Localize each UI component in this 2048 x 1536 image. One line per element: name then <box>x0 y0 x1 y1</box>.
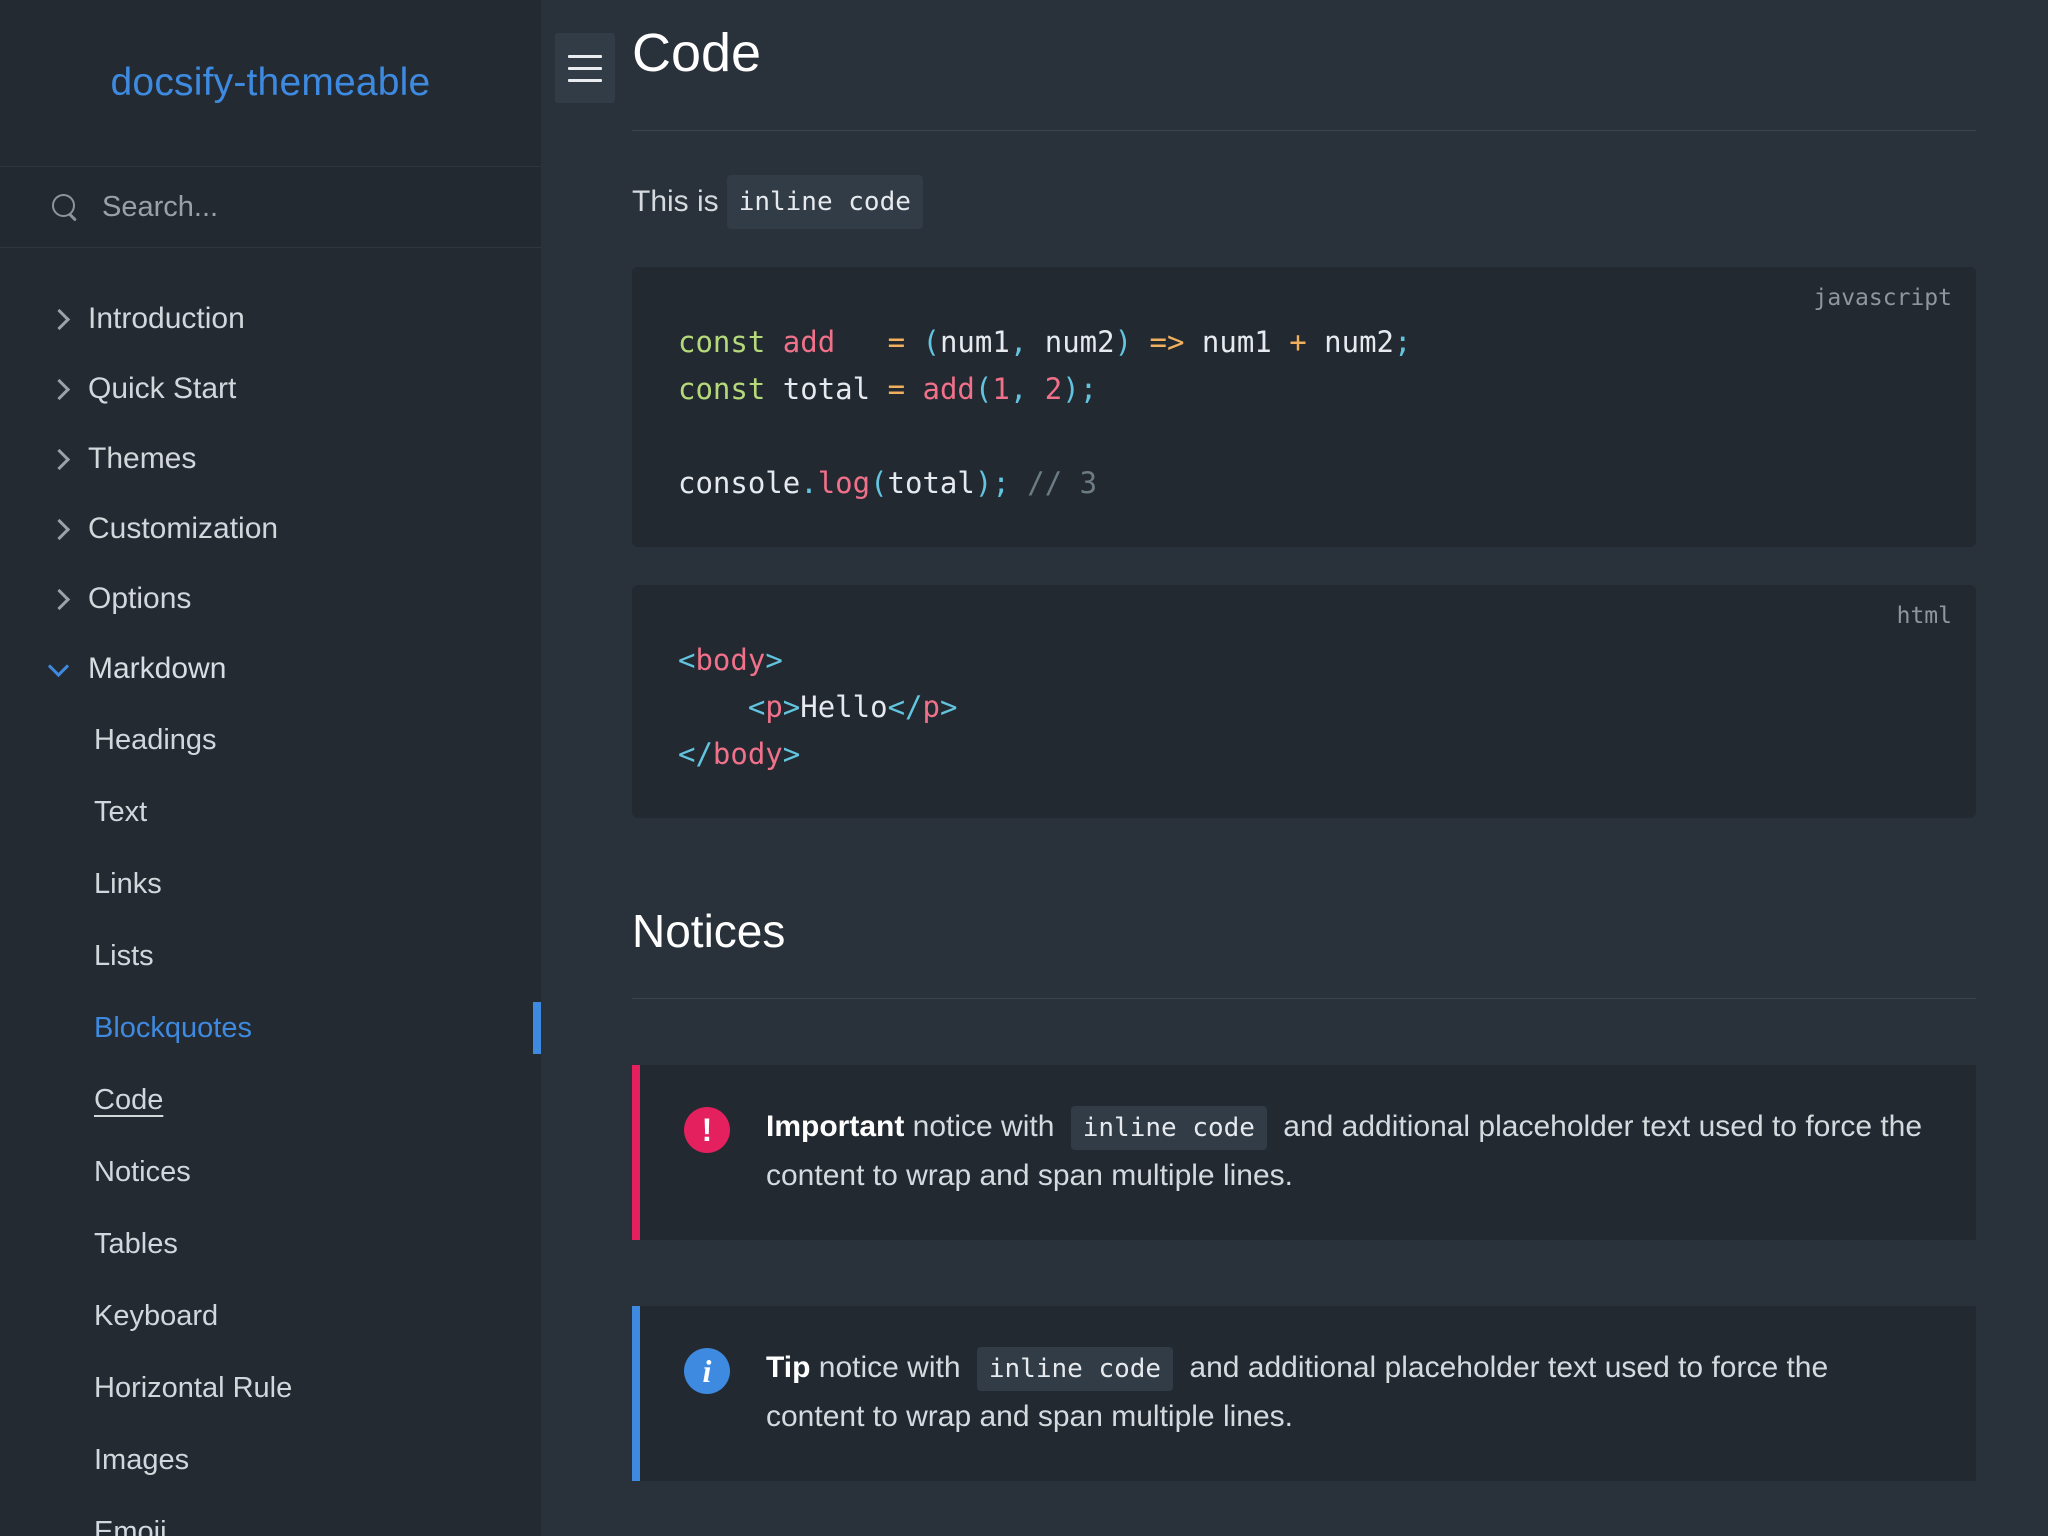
subitem-label: Images <box>94 1444 189 1477</box>
notice-text: Tip notice with inline code and addition… <box>766 1344 1932 1441</box>
hamburger-bar <box>568 55 602 58</box>
notice-label: Tip <box>766 1351 810 1384</box>
sidebar-item-label: Themes <box>88 442 196 476</box>
subitem-label: Tables <box>94 1228 178 1261</box>
subitem-label: Text <box>94 796 147 829</box>
subitem-label: Keyboard <box>94 1300 218 1333</box>
subnav-list: Headings Text Links Lists Blockquotes <box>0 704 541 1536</box>
sidebar-item-label: Markdown <box>88 652 226 686</box>
search-input[interactable] <box>102 191 502 224</box>
subitem-label: Emoji <box>94 1516 167 1536</box>
sidebar-item-label: Options <box>88 582 191 616</box>
inline-code: inline code <box>1071 1106 1267 1150</box>
sidebar-subitem-emoji[interactable]: Emoji <box>0 1496 541 1536</box>
subitem-label: Lists <box>94 940 154 973</box>
sidebar: docsify-themeable Introduction Quick Sta… <box>0 0 541 1536</box>
sidebar-item-label: Introduction <box>88 302 245 336</box>
notice-text-before: notice with <box>904 1110 1062 1143</box>
sidebar-item-themes[interactable]: Themes <box>0 424 541 494</box>
sidebar-subnav-markdown: Headings Text Links Lists Blockquotes <box>0 704 541 1536</box>
section-heading-notices: Notices <box>632 904 1976 999</box>
search-icon <box>50 192 80 222</box>
site-title-link[interactable]: docsify-themeable <box>111 61 431 105</box>
page-title: Code <box>632 0 1976 131</box>
sidebar-subitem-tables[interactable]: Tables <box>0 1208 541 1280</box>
subitem-label: Notices <box>94 1156 191 1189</box>
notice-tip: i Tip notice with inline code and additi… <box>632 1306 1976 1481</box>
chevron-right-icon <box>46 376 72 402</box>
sidebar-item-markdown[interactable]: Markdown <box>0 634 541 704</box>
sidebar-subitem-blockquotes[interactable]: Blockquotes <box>0 992 541 1064</box>
sidebar-item-options[interactable]: Options <box>0 564 541 634</box>
hamburger-icon[interactable] <box>555 33 615 103</box>
sidebar-nav: Introduction Quick Start Themes Customiz… <box>0 248 541 1536</box>
code-block-content[interactable]: const add = (num1, num2) => num1 + num2;… <box>678 319 1930 507</box>
chevron-right-icon <box>46 446 72 472</box>
notice-important: ! Important notice with inline code and … <box>632 1065 1976 1240</box>
code-block-html: html <body> <p>Hello</p> </body> <box>632 585 1976 818</box>
chevron-down-icon <box>46 656 72 682</box>
search-container[interactable] <box>0 167 541 248</box>
sidebar-header: docsify-themeable <box>0 0 541 167</box>
sidebar-subitem-horizontal-rule[interactable]: Horizontal Rule <box>0 1352 541 1424</box>
sidebar-subitem-images[interactable]: Images <box>0 1424 541 1496</box>
hamburger-bar <box>568 79 602 82</box>
notice-text-before: notice with <box>810 1351 968 1384</box>
subitem-label: Headings <box>94 724 217 757</box>
sidebar-subitem-notices[interactable]: Notices <box>0 1136 541 1208</box>
chevron-right-icon <box>46 516 72 542</box>
intro-text: This is <box>632 179 719 226</box>
sidebar-subitem-text[interactable]: Text <box>0 776 541 848</box>
code-language-label: html <box>1897 603 1952 629</box>
code-language-label: javascript <box>1814 285 1952 311</box>
chevron-right-icon <box>46 306 72 332</box>
sidebar-subitem-links[interactable]: Links <box>0 848 541 920</box>
sidebar-item-quick-start[interactable]: Quick Start <box>0 354 541 424</box>
hamburger-bar <box>568 67 602 70</box>
app-root: docsify-themeable Introduction Quick Sta… <box>0 0 2048 1536</box>
info-icon: i <box>684 1348 730 1394</box>
sidebar-subitem-keyboard[interactable]: Keyboard <box>0 1280 541 1352</box>
code-block-content[interactable]: <body> <p>Hello</p> </body> <box>678 637 1930 778</box>
intro-paragraph: This is inline code <box>632 175 1976 229</box>
sidebar-subitem-headings[interactable]: Headings <box>0 704 541 776</box>
subitem-label: Code <box>94 1084 163 1117</box>
notice-label: Important <box>766 1110 904 1143</box>
exclamation-icon: ! <box>684 1107 730 1153</box>
sidebar-item-customization[interactable]: Customization <box>0 494 541 564</box>
sidebar-item-label: Quick Start <box>88 372 236 406</box>
subitem-label: Blockquotes <box>94 1012 252 1045</box>
sidebar-subitem-code[interactable]: Code <box>0 1064 541 1136</box>
code-block-javascript: javascript const add = (num1, num2) => n… <box>632 267 1976 547</box>
subitem-label: Horizontal Rule <box>94 1372 292 1405</box>
sidebar-subitem-lists[interactable]: Lists <box>0 920 541 992</box>
sidebar-item-introduction[interactable]: Introduction <box>0 284 541 354</box>
inline-code: inline code <box>727 175 923 229</box>
chevron-right-icon <box>46 586 72 612</box>
inline-code: inline code <box>977 1347 1173 1391</box>
active-indicator-bar <box>533 1002 541 1054</box>
notice-text: Important notice with inline code and ad… <box>766 1103 1932 1200</box>
sidebar-item-label: Customization <box>88 512 278 546</box>
main-content: Code This is inline code javascript cons… <box>541 0 2048 1536</box>
article: Code This is inline code javascript cons… <box>541 0 2048 1481</box>
subitem-label: Links <box>94 868 162 901</box>
